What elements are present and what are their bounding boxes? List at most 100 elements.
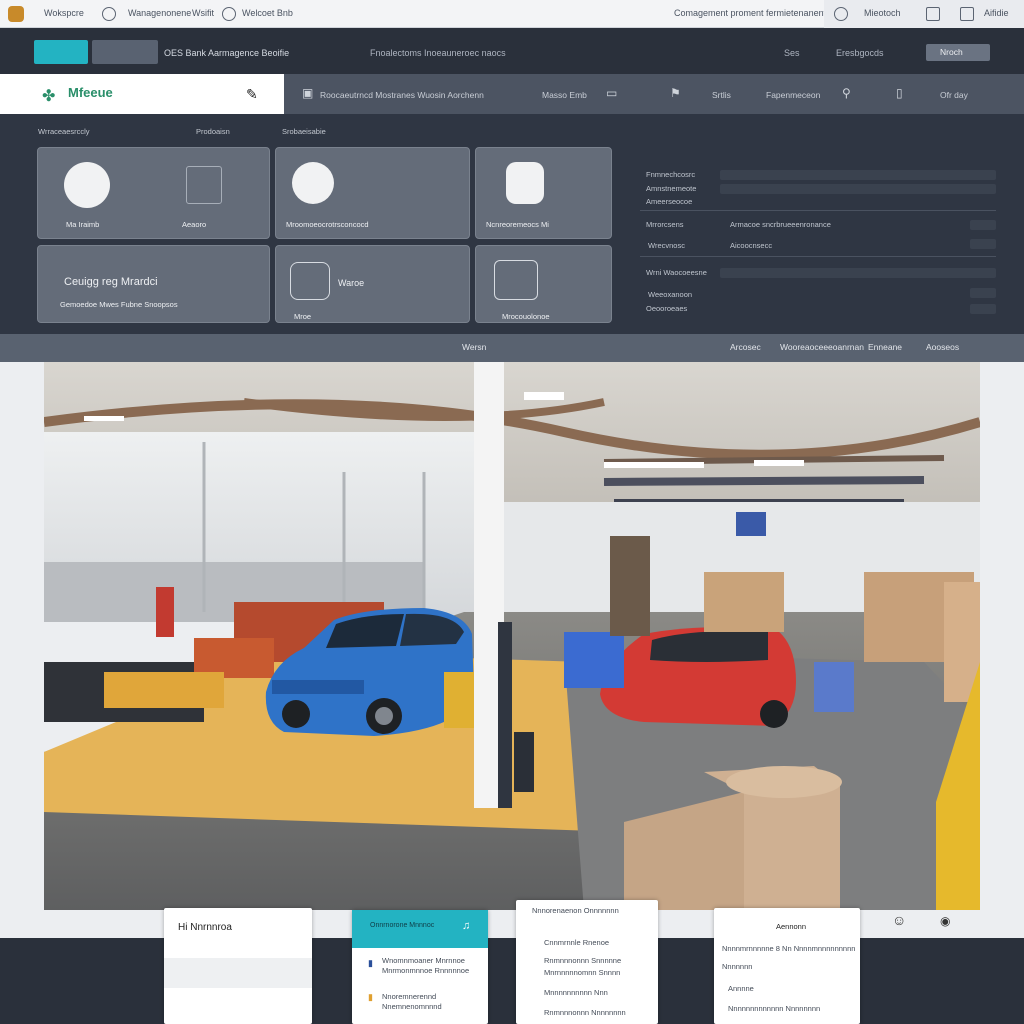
bottom-card-1[interactable]: Hi Nnrnnroa [164,908,312,1024]
brand-name: Mfeeue [68,85,113,100]
card-4-line-2: Nnnnnnn [722,962,753,971]
right-list-bar-2 [720,184,996,194]
right-list-bar-1 [720,170,996,180]
card-2-line-1: Wnomnmoaner Mnrnnoe [382,956,465,965]
card-1-title: Hi Nnrnnroa [178,922,232,933]
bottom-card-2[interactable]: Onnrnorone Mnnnoc ♫ Wnomnmoaner Mnrnnoe … [352,910,488,1024]
top-item-welcome[interactable]: Welcoet Bnb [242,8,293,18]
card-2-bell-icon[interactable]: ♫ [462,920,470,932]
card-3-label: Ncnreoremeocs Mi [486,220,549,229]
card-2-label: Mroomoeocrotrsconcocd [286,220,369,229]
window-icon[interactable]: ▭ [606,86,617,100]
right-list-item-3: Ameerseocoe [646,197,693,206]
card-3-line-1: Cnnmrnnle Rnenoe [544,938,610,947]
garage-photo [44,362,980,910]
dashboard-card-6[interactable]: Mrocouolonoe [475,245,612,323]
garage-scene-image [44,362,980,910]
right-list-item-5: Wrecvnosc [648,241,685,250]
globe-icon [102,7,116,21]
strip-item-2[interactable]: Wooreaoceeeoanrnan [780,342,864,352]
map-icon [292,162,334,204]
graph-icon[interactable]: ⚑ [670,86,681,100]
search-icon[interactable]: ▣ [302,86,313,100]
brand-box: ✤ Mfeeue ✎ [0,74,284,114]
card-4-line-1: Nnnnmrnnnnne 8 Nn Nnnnmnnnnnnnnn [722,944,856,953]
nav-item-5[interactable]: Ofr day [940,90,968,100]
top-item-workspace[interactable]: Wokspcre [44,8,84,18]
strip-item-4[interactable]: Aooseos [926,342,959,352]
card-1-label: Ma Iraimb [66,220,100,229]
nav-strip: ✤ Mfeeue ✎ ▣ Roocaeutrncd Mostranes Wuos… [0,74,1024,114]
card-4-line-4: Nnnnnnnnnnnnn Nnnnnnnn [728,1004,821,1013]
toolbar-title: OES Bank Aarmagence Beoifie [164,48,290,58]
home-icon[interactable] [926,7,940,21]
right-list-item-8: Oeooroeaes [646,304,688,313]
notification-icon[interactable] [834,7,848,21]
bottom-bar [0,938,1024,1024]
card-2-line-3: Nnoremnerennd [382,992,437,1001]
menu-toggle-icon[interactable]: ✎ [246,86,258,103]
dashboard-card-2[interactable]: Mroomoeocrotrsconcocd [275,147,470,239]
dashboard-left-title: Wrraceaesrccly [38,127,90,136]
top-status-text: Comagement proment fermietenanent [674,8,827,18]
right-list-badge-4 [970,220,996,230]
right-list-item-2: Amnstnemeote [646,184,697,193]
server-icon [186,166,222,204]
divider [640,210,996,211]
top-item-site[interactable]: Wsifit [192,8,214,18]
card-3-line-3: Mnrnnnnnomnn Snnnn [544,968,621,977]
nav-search-text[interactable]: Roocaeutrncd Mostranes Wuosin Aorchenn [320,90,484,100]
top-item-management[interactable]: Wanagenonene [128,8,191,18]
bottom-card-4[interactable]: Aennonn Nnnnmrnnnnne 8 Nn Nnnnmnnnnnnnnn… [714,908,860,1024]
user-icon[interactable] [960,7,974,21]
bottom-card-3[interactable]: Nnnorenaenon Onnnnnnn Cnnmrnnle Rnenoe R… [516,900,658,1024]
card-4-title: Ceuigg reg Mrardci [64,276,158,288]
strip-item-1[interactable]: Arcosec [730,342,761,352]
app-toolbar: OES Bank Aarmagence Beoifie Fnoalectoms … [0,28,1024,74]
brand-logo-icon: ✤ [42,88,56,105]
right-list-item-5b: Aicoocnsecc [730,241,773,250]
card-2-line-2: Mnrmonmnnoe Rnnnnnoe [382,966,470,975]
dashboard-card-1[interactable]: Ma Iraimb Aeaoro [37,147,270,239]
right-list-badge-5 [970,239,996,249]
strip-item-3[interactable]: Enneane [868,342,902,352]
dashboard-card-5[interactable]: Waroe Mroe [275,245,470,323]
right-list-badge-7 [970,288,996,298]
card-5-title: Waroe [338,278,365,288]
app-favicon-icon [8,6,24,22]
card-2-header: Onnrnorone Mnnnoc ♫ [352,910,488,948]
nav-item-3[interactable]: Fapenmeceon [766,90,820,100]
card-3-title: Nnnorenaenon Onnnnnnn [532,906,619,915]
card-3-line-5: Rnmnnnonnn Nnnnnnnn [544,1008,626,1017]
dashboard-card-4[interactable]: Ceuigg reg Mrardci Gemoedoe Mwes Fubne S… [37,245,270,323]
record-icon[interactable]: ◉ [940,914,950,928]
dashboard-card-3[interactable]: Ncnreoremeocs Mi [475,147,612,239]
box-icon [290,262,330,300]
right-list-item-7: Weeoxanoon [648,290,693,299]
card-3-line-2: Rnmnnnonnn Snnnnne [544,956,622,965]
settings-icon [222,7,236,21]
top-right-item2[interactable]: Aifidie [984,8,1009,18]
card-4-title: Aennonn [776,922,807,931]
dashboard-panel: Wrraceaesrccly Prodoaisn Srobaeisabie Ma… [0,114,1024,334]
primary-button[interactable] [34,40,88,64]
strip-center-label[interactable]: Wersn [462,342,486,352]
toolbar-right-item1[interactable]: Ses [784,48,800,58]
divider [640,256,996,257]
right-list-item-4: Mrrorcsens [646,220,684,229]
nav-item-1[interactable]: Masso Emb [542,90,587,100]
file-icon[interactable]: ▯ [896,86,903,100]
nav-item-2[interactable]: Srtlis [712,90,731,100]
toolbar-action-button[interactable]: Nroch [926,44,990,61]
card-5-subtitle: Mroe [294,312,312,321]
robot-icon[interactable]: ☺ [892,912,906,928]
card-3-line-4: Mnnnnnnnnnn Nnn [544,988,608,997]
top-bar: Wokspcre Wanagenonene Wsifit Welcoet Bnb… [0,0,1024,28]
chart-icon[interactable]: ⚲ [842,86,851,100]
secondary-button[interactable] [92,40,158,64]
top-right-item1[interactable]: Mieotoch [864,8,901,18]
toolbar-action-label: Nroch [940,47,963,57]
right-list-bar-6 [720,268,996,278]
toolbar-right-item2[interactable]: Eresbgocds [836,48,884,58]
card-2-info-icon: ▮ [368,958,373,968]
